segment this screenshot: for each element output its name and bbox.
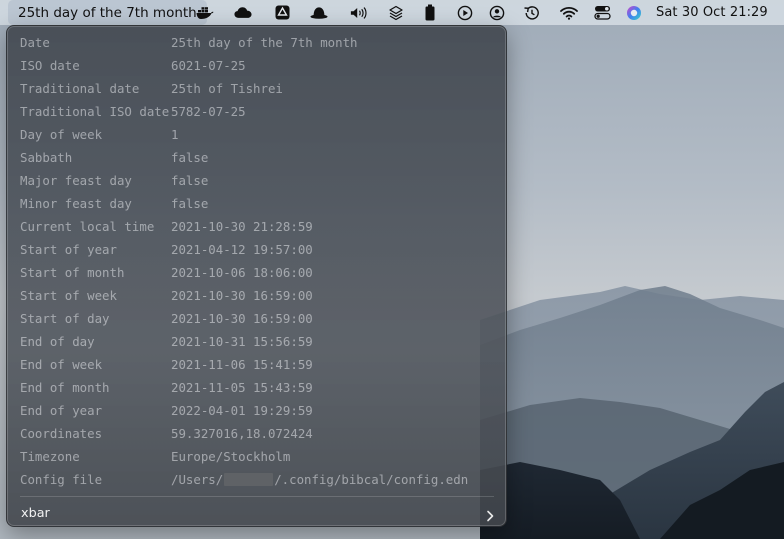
menu-row-minor-feast-day[interactable]: Minor feast day false bbox=[20, 192, 500, 215]
menu-row-traditional-iso-date[interactable]: Traditional ISO date 5782-07-25 bbox=[20, 100, 500, 123]
row-label: Major feast day bbox=[20, 173, 132, 188]
row-label: End of day bbox=[20, 334, 95, 349]
menu-bar: 25th day of the 7th month Sat 30 Oct 21:… bbox=[0, 0, 784, 25]
row-value: 6021-07-25 bbox=[171, 58, 246, 73]
redacted-username bbox=[224, 473, 274, 486]
row-value: 2021-10-30 16:59:00 bbox=[171, 288, 313, 303]
row-label: Current local time bbox=[20, 219, 155, 234]
menu-row-start-of-day[interactable]: Start of day 2021-10-30 16:59:00 bbox=[20, 307, 500, 330]
row-label: Date bbox=[20, 35, 50, 50]
row-label: Start of month bbox=[20, 265, 125, 280]
wifi-icon[interactable] bbox=[560, 4, 578, 21]
xbar-menu-title[interactable]: 25th day of the 7th month bbox=[8, 0, 207, 25]
google-drive-icon[interactable] bbox=[273, 4, 291, 21]
submenu-label: xbar bbox=[21, 505, 50, 521]
row-value: 2021-11-05 15:43:59 bbox=[171, 380, 313, 395]
menu-row-start-of-month[interactable]: Start of month 2021-10-06 18:06:00 bbox=[20, 261, 500, 284]
row-value: 2021-10-31 15:56:59 bbox=[171, 334, 313, 349]
menu-row-timezone[interactable]: Timezone Europe/Stockholm bbox=[20, 445, 500, 468]
menu-row-end-of-day[interactable]: End of day 2021-10-31 15:56:59 bbox=[20, 330, 500, 353]
row-value: /Users/ /.config/bibcal/config.edn bbox=[171, 472, 500, 487]
chevron-right-icon bbox=[485, 507, 495, 522]
row-label: Coordinates bbox=[20, 426, 103, 441]
row-label: Sabbath bbox=[20, 150, 73, 165]
menu-row-traditional-date[interactable]: Traditional date 25th of Tishrei bbox=[20, 77, 500, 100]
row-value: false bbox=[171, 150, 209, 165]
row-label: Config file bbox=[20, 472, 103, 487]
row-value: 2021-10-30 21:28:59 bbox=[171, 219, 313, 234]
row-value: 2021-10-06 18:06:00 bbox=[171, 265, 313, 280]
row-label: Start of week bbox=[20, 288, 117, 303]
menu-row-config-file[interactable]: Config file /Users/ /.config/bibcal/confi… bbox=[20, 468, 500, 491]
row-label: Traditional date bbox=[20, 81, 140, 96]
menu-row-end-of-month[interactable]: End of month 2021-11-05 15:43:59 bbox=[20, 376, 500, 399]
row-value: 2021-10-30 16:59:00 bbox=[171, 311, 313, 326]
row-value: 2022-04-01 19:29:59 bbox=[171, 403, 313, 418]
row-value: 59.327016,18.072424 bbox=[171, 426, 313, 441]
cloud-icon[interactable] bbox=[234, 4, 252, 21]
row-label: Traditional ISO date bbox=[20, 104, 170, 119]
row-value: 25th of Tishrei bbox=[171, 81, 283, 96]
user-icon[interactable] bbox=[488, 4, 506, 21]
history-icon[interactable] bbox=[522, 4, 540, 21]
menu-row-end-of-week[interactable]: End of week 2021-11-06 15:41:59 bbox=[20, 353, 500, 376]
menu-row-start-of-week[interactable]: Start of week 2021-10-30 16:59:00 bbox=[20, 284, 500, 307]
menu-row-iso-date[interactable]: ISO date 6021-07-25 bbox=[20, 54, 500, 77]
row-label: End of year bbox=[20, 403, 103, 418]
siri-icon[interactable] bbox=[625, 4, 643, 21]
menubar-clock[interactable]: Sat 30 Oct 21:29 bbox=[656, 0, 768, 25]
row-value: false bbox=[171, 196, 209, 211]
row-value: 5782-07-25 bbox=[171, 104, 246, 119]
menu-row-major-feast-day[interactable]: Major feast day false bbox=[20, 169, 500, 192]
row-value: false bbox=[171, 173, 209, 188]
menu-row-current-local-time[interactable]: Current local time 2021-10-30 21:28:59 bbox=[20, 215, 500, 238]
xbar-dropdown-menu: Date 25th day of the 7th month ISO date … bbox=[6, 25, 507, 527]
config-path-suffix: /.config/bibcal/config.edn bbox=[274, 472, 469, 487]
row-label: Minor feast day bbox=[20, 196, 132, 211]
row-value: 2021-11-06 15:41:59 bbox=[171, 357, 313, 372]
docker-icon[interactable] bbox=[196, 4, 214, 21]
row-label: End of month bbox=[20, 380, 110, 395]
row-value: 1 bbox=[171, 127, 179, 142]
menu-separator bbox=[20, 496, 494, 497]
menu-row-coordinates[interactable]: Coordinates 59.327016,18.072424 bbox=[20, 422, 500, 445]
row-label: ISO date bbox=[20, 58, 80, 73]
row-label: End of week bbox=[20, 357, 103, 372]
row-value: 2021-04-12 19:57:00 bbox=[171, 242, 313, 257]
config-path-prefix: /Users/ bbox=[171, 472, 224, 487]
layers-icon[interactable] bbox=[387, 4, 405, 21]
menu-row-start-of-year[interactable]: Start of year 2021-04-12 19:57:00 bbox=[20, 238, 500, 261]
row-label: Start of year bbox=[20, 242, 117, 257]
volume-icon[interactable] bbox=[350, 4, 368, 21]
row-label: Day of week bbox=[20, 127, 103, 142]
menu-row-day-of-week[interactable]: Day of week 1 bbox=[20, 123, 500, 146]
menu-row-end-of-year[interactable]: End of year 2022-04-01 19:29:59 bbox=[20, 399, 500, 422]
play-icon[interactable] bbox=[456, 4, 474, 21]
row-label: Start of day bbox=[20, 311, 110, 326]
row-label: Timezone bbox=[20, 449, 80, 464]
control-center-icon[interactable] bbox=[593, 4, 611, 21]
battery-icon[interactable] bbox=[421, 4, 439, 21]
xbar-submenu-item[interactable]: xbar bbox=[12, 502, 501, 524]
menu-row-date[interactable]: Date 25th day of the 7th month bbox=[20, 31, 500, 54]
menu-row-sabbath[interactable]: Sabbath false bbox=[20, 146, 500, 169]
info-rows: Date 25th day of the 7th month ISO date … bbox=[20, 31, 500, 491]
bowler-hat-icon[interactable] bbox=[310, 4, 328, 21]
row-value: 25th day of the 7th month bbox=[171, 35, 358, 50]
row-value: Europe/Stockholm bbox=[171, 449, 291, 464]
